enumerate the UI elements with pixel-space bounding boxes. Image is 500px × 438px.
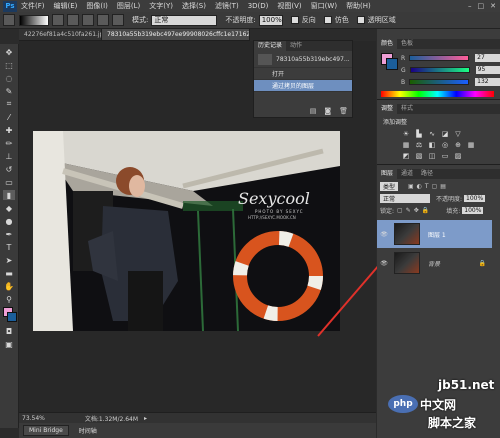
watermark-site: jb51.net <box>438 378 495 392</box>
status-arrow-icon[interactable]: ▸ <box>144 415 147 422</box>
lock-icons[interactable]: ▢✎✥🔒 <box>397 207 432 214</box>
threshold-icon[interactable]: ◫ <box>427 152 437 160</box>
tab-timeline[interactable]: 时间轴 <box>73 424 103 437</box>
background-color-swatch[interactable] <box>386 58 398 70</box>
adjust-row-2: ▦ ⚖ ◧ ◎ ⊕ ▦ <box>401 141 500 149</box>
tab-layers[interactable]: 图层 <box>377 169 398 179</box>
adjustments-tabs: 调整 样式 <box>377 104 500 114</box>
doc-size: 文档:1.32M/2.64M <box>84 415 139 423</box>
right-panels: 颜色 色板 R 27 G 95 B 132 调整 样式 添加调整 ☀ ▙ ∿ ◪… <box>377 29 500 438</box>
watermark-cn: 中文网 <box>420 398 457 412</box>
layer-lock-row: 锁定: ▢✎✥🔒 填充: 100% <box>380 206 484 215</box>
photo-filter-icon[interactable]: ◎ <box>440 141 450 149</box>
blue-slider-row: B 132 <box>401 76 500 88</box>
watermark-slogan: 脚本之家 <box>428 416 477 430</box>
red-label: R <box>401 54 406 62</box>
blue-slider[interactable] <box>409 79 470 85</box>
layer-blend-row: 正常 不透明度: 100% <box>380 194 486 203</box>
curves-icon[interactable]: ∿ <box>427 130 437 138</box>
camera-icon[interactable]: ◙ <box>324 107 331 115</box>
lock-label: 锁定: <box>380 208 395 215</box>
snapshot-label: 78310a55b319ebc497... <box>276 55 350 63</box>
color-lookup-icon[interactable]: ▦ <box>466 141 476 149</box>
fill-label: 填充: <box>446 208 461 215</box>
layer-kind-select[interactable]: 类型 <box>380 182 399 191</box>
adjustments-panel: 调整 样式 添加调整 ☀ ▙ ∿ ◪ ▽ ▦ ⚖ ◧ ◎ ⊕ ▦ ◩ ▧ ◫ ▭… <box>377 104 500 165</box>
color-balance-icon[interactable]: ⚖ <box>414 141 424 149</box>
watermark-php-logo: php <box>388 395 418 413</box>
adjust-row-3: ◩ ▧ ◫ ▭ ▨ <box>401 152 500 160</box>
selective-color-icon[interactable]: ▨ <box>453 152 463 160</box>
history-item-label: 通过拷贝的图层 <box>272 83 315 90</box>
color-panel-tabs: 颜色 色板 <box>377 39 500 49</box>
black-white-icon[interactable]: ◧ <box>427 141 437 149</box>
history-panel: 历史记录 动作 78310a55b319ebc497... 打开 通过拷贝的图层… <box>253 40 353 118</box>
layer-opacity-input[interactable]: 100% <box>464 195 486 202</box>
adjust-row-1: ☀ ▙ ∿ ◪ ▽ <box>401 130 500 138</box>
invert-icon[interactable]: ◩ <box>401 152 411 160</box>
history-snapshot[interactable]: 78310a55b319ebc497... <box>254 51 352 68</box>
color-sliders: R 27 G 95 B 132 <box>401 52 500 88</box>
tab-mini-bridge[interactable]: Mini Bridge <box>23 425 69 436</box>
green-slider-row: G 95 <box>401 64 500 76</box>
tab-channels[interactable]: 通道 <box>397 169 417 179</box>
status-bar: 73.54% 文档:1.32M/2.64M ▸ <box>19 412 376 423</box>
green-value[interactable]: 95 <box>475 66 500 74</box>
tab-swatches[interactable]: 色板 <box>397 39 417 49</box>
history-tabs: 历史记录 动作 <box>254 41 352 51</box>
layer-name[interactable]: 图层 1 <box>428 230 446 239</box>
lock-icon: 🔒 <box>478 259 486 267</box>
snapshot-thumbnail <box>258 53 272 65</box>
levels-icon[interactable]: ▙ <box>414 130 424 138</box>
trash-icon[interactable]: 🗑 <box>339 107 348 115</box>
history-item-label: 打开 <box>272 71 285 78</box>
layer-row-layer1[interactable]: 👁 图层 1 <box>377 220 492 248</box>
red-slider-row: R 27 <box>401 52 500 64</box>
tab-color[interactable]: 颜色 <box>377 39 398 49</box>
layer-thumbnail <box>394 223 420 245</box>
color-panel: 颜色 色板 R 27 G 95 B 132 <box>377 39 500 100</box>
red-slider[interactable] <box>409 55 470 61</box>
zoom-level[interactable]: 73.54% <box>22 415 45 422</box>
layer-thumbnail <box>394 252 420 274</box>
gradient-map-icon[interactable]: ▭ <box>440 152 450 160</box>
layer-row-background[interactable]: 👁 背景 🔒 <box>377 249 492 277</box>
vibrance-icon[interactable]: ▽ <box>453 130 463 138</box>
tab-styles[interactable]: 样式 <box>397 104 417 114</box>
layer-filter-icons[interactable]: ▣◐T▢▤ <box>408 183 449 190</box>
adjustments-title: 添加调整 <box>383 119 408 126</box>
tab-paths[interactable]: 路径 <box>417 169 437 179</box>
blue-label: B <box>401 78 406 86</box>
color-spectrum-bar[interactable] <box>381 91 494 97</box>
layer-opacity-label: 不透明度: <box>436 196 463 203</box>
posterize-icon[interactable]: ▧ <box>414 152 424 160</box>
history-footer: ▤ ◙ 🗑 <box>310 107 348 115</box>
hue-saturation-icon[interactable]: ▦ <box>401 141 411 149</box>
blend-mode-select[interactable]: 正常 <box>380 194 430 203</box>
history-item-copy-layer[interactable]: 通过拷贝的图层 <box>254 80 352 92</box>
fill-input[interactable]: 100% <box>462 207 484 214</box>
tab-adjustments[interactable]: 调整 <box>377 104 398 114</box>
green-label: G <box>401 66 406 74</box>
brightness-icon[interactable]: ☀ <box>401 130 411 138</box>
blue-value[interactable]: 132 <box>475 78 500 86</box>
eye-icon[interactable]: 👁 <box>380 260 388 267</box>
channel-mixer-icon[interactable]: ⊕ <box>453 141 463 149</box>
red-value[interactable]: 27 <box>475 54 500 62</box>
layer-name[interactable]: 背景 <box>428 259 440 268</box>
new-document-icon[interactable]: ▤ <box>310 107 317 115</box>
layer-filter-row: 类型 ▣◐T▢▤ <box>380 182 449 191</box>
history-item-open[interactable]: 打开 <box>254 68 352 80</box>
tab-actions[interactable]: 动作 <box>286 41 306 51</box>
exposure-icon[interactable]: ◪ <box>440 130 450 138</box>
tab-history[interactable]: 历史记录 <box>254 41 287 51</box>
eye-icon[interactable]: 👁 <box>380 231 388 238</box>
bottom-panel-tabs: Mini Bridge 时间轴 <box>19 423 376 438</box>
layers-tabs: 图层 通道 路径 <box>377 169 500 179</box>
green-slider[interactable] <box>409 67 470 73</box>
